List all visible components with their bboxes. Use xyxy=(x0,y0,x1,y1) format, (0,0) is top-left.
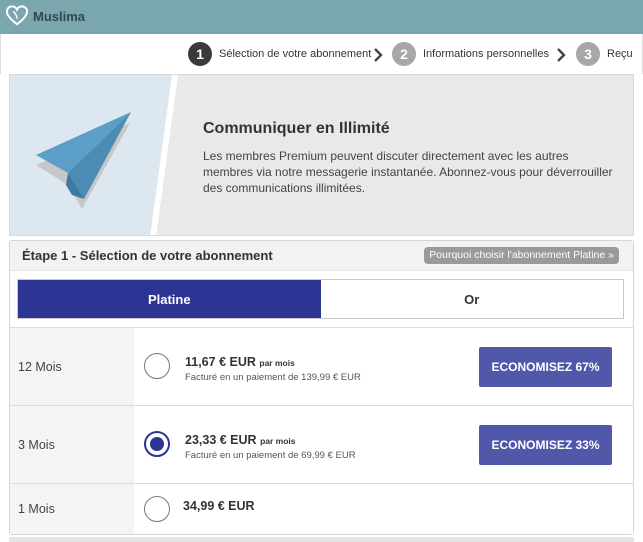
option-duration-cell: 12 Mois xyxy=(10,328,134,405)
section-header: Étape 1 - Sélection de votre abonnement … xyxy=(10,241,633,271)
logo[interactable]: Muslima xyxy=(6,5,85,27)
option-duration-cell: 1 Mois xyxy=(10,484,134,534)
progress-steps: 1 Sélection de votre abonnement 2 Inform… xyxy=(0,34,643,74)
step-1: 1 Sélection de votre abonnement xyxy=(188,42,371,66)
option-billed: Facturé en un paiement de 69,99 € EUR xyxy=(185,450,356,461)
why-platinum-button[interactable]: Pourquoi choisir l'abonnement Platine » xyxy=(424,247,619,264)
subscription-section: Étape 1 - Sélection de votre abonnement … xyxy=(9,240,634,535)
step-number: 3 xyxy=(576,42,600,66)
hero-description: Les membres Premium peuvent discuter dir… xyxy=(203,149,613,195)
step-number: 1 xyxy=(188,42,212,66)
paper-plane-illustration xyxy=(10,75,178,235)
option-duration: 12 Mois xyxy=(18,360,62,374)
section-title: Étape 1 - Sélection de votre abonnement xyxy=(22,248,273,263)
price-value: 34,99 € EUR xyxy=(183,499,255,513)
save-33-button[interactable]: ECONOMISEZ 33% xyxy=(479,425,612,465)
app-name: Muslima xyxy=(33,8,86,24)
price-per: par mois xyxy=(260,436,296,446)
option-price: 11,67 € EUR par mois xyxy=(185,355,295,369)
option-duration-cell: 3 Mois xyxy=(10,406,134,483)
tab-platine[interactable]: Platine xyxy=(18,280,321,318)
option-price: 23,33 € EUR par mois xyxy=(185,433,296,447)
option-details: 11,67 € EUR par mois Facturé en un paiem… xyxy=(134,328,633,405)
option-12-months[interactable]: 12 Mois 11,67 € EUR par mois Facturé en … xyxy=(10,327,633,405)
next-section-edge xyxy=(9,537,634,542)
step-number: 2 xyxy=(392,42,416,66)
option-1-month[interactable]: 1 Mois 34,99 € EUR xyxy=(10,483,633,534)
option-price: 34,99 € EUR xyxy=(183,499,255,513)
price-value: 23,33 € EUR xyxy=(185,433,257,447)
price-value: 11,67 € EUR xyxy=(185,355,256,369)
step-label: Sélection de votre abonnement xyxy=(219,48,372,60)
option-duration: 1 Mois xyxy=(18,502,55,516)
hero-banner: Communiquer en Illimité Les membres Prem… xyxy=(9,74,634,236)
radio-12-months[interactable] xyxy=(144,353,170,379)
option-details: 23,33 € EUR par mois Facturé en un paiem… xyxy=(134,406,633,483)
hero-title: Communiquer en Illimité xyxy=(203,120,390,137)
chevron-right-icon xyxy=(557,48,566,62)
chevron-right-icon xyxy=(374,48,383,62)
option-duration: 3 Mois xyxy=(18,438,55,452)
plan-tabs: Platine Or xyxy=(17,279,624,319)
save-67-button[interactable]: ECONOMISEZ 67% xyxy=(479,347,612,387)
price-per: par mois xyxy=(259,358,295,368)
step-2: 2 Informations personnelles xyxy=(392,42,549,66)
step-label: Informations personnelles xyxy=(423,48,549,60)
radio-3-months[interactable] xyxy=(144,431,170,457)
option-details: 34,99 € EUR xyxy=(134,484,633,534)
step-3: 3 Reçu xyxy=(576,42,633,66)
heart-logo-icon xyxy=(6,5,28,26)
radio-1-month[interactable] xyxy=(144,496,170,522)
option-3-months[interactable]: 3 Mois 23,33 € EUR par mois Facturé en u… xyxy=(10,405,633,483)
option-billed: Facturé en un paiement de 139,99 € EUR xyxy=(185,372,361,383)
step-label: Reçu xyxy=(607,48,633,60)
tab-or[interactable]: Or xyxy=(320,280,623,318)
top-bar: Muslima xyxy=(0,0,643,34)
